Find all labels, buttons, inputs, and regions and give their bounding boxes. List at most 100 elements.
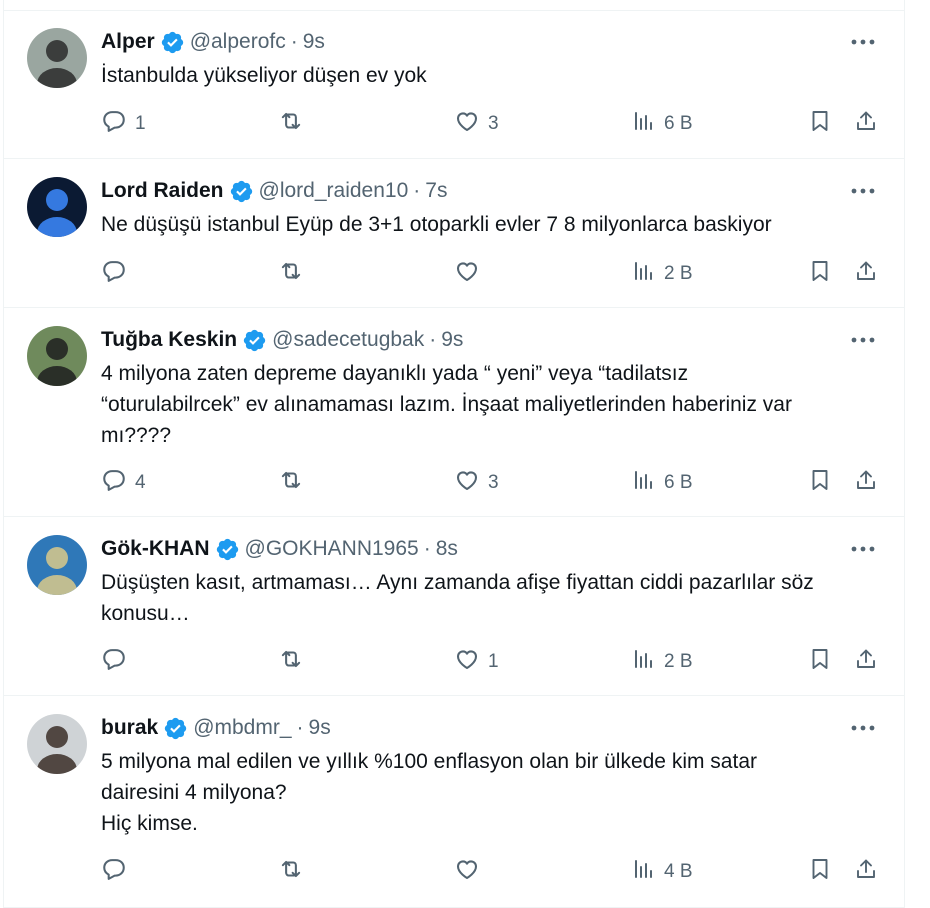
verified-badge-icon: [242, 328, 267, 353]
retweet-button[interactable]: [277, 259, 313, 289]
reply-icon: [101, 467, 127, 499]
tweet-text: Ne düşüşü istanbul Eyüp de 3+1 otoparkli…: [101, 209, 884, 240]
tweet-header: Lord Raiden @lord_raiden10 · 7s: [101, 176, 874, 206]
display-name[interactable]: burak: [101, 716, 158, 740]
tweet[interactable]: Alper @alperofc · 9s İstanbulda yükseliyor d…: [4, 10, 904, 159]
timestamp[interactable]: 7s: [425, 179, 447, 203]
retweet-button[interactable]: [277, 109, 313, 139]
retweet-icon: [277, 856, 305, 888]
user-handle[interactable]: @sadecetugbak: [272, 328, 424, 352]
avatar[interactable]: [27, 28, 87, 88]
tweet-text: Düşüşten kasıt, artmaması… Aynı zamanda …: [101, 567, 884, 629]
tweet-header: Alper @alperofc · 9s: [101, 27, 874, 57]
share-button[interactable]: [854, 857, 878, 887]
retweet-button[interactable]: [277, 857, 313, 887]
display-name[interactable]: Tuğba Keskin: [101, 328, 237, 352]
views-icon: [632, 259, 656, 289]
user-handle[interactable]: @mbdmr_: [193, 716, 291, 740]
share-button[interactable]: [854, 647, 878, 677]
views-icon: [632, 109, 656, 139]
share-icon: [854, 108, 878, 140]
display-name[interactable]: Gök-KHAN: [101, 537, 210, 561]
like-button[interactable]: [454, 857, 488, 887]
bookmark-button[interactable]: [808, 647, 832, 677]
more-icon[interactable]: [848, 328, 878, 352]
like-count: 1: [488, 651, 499, 672]
view-count: 6 B: [664, 113, 693, 134]
bookmark-button[interactable]: [808, 259, 832, 289]
retweet-button[interactable]: [277, 468, 313, 498]
bookmark-button[interactable]: [808, 468, 832, 498]
retweet-icon: [277, 258, 305, 290]
timestamp[interactable]: 9s: [303, 30, 325, 54]
separator-dot: ·: [423, 537, 431, 560]
reply-button[interactable]: 4: [101, 468, 146, 498]
timestamp[interactable]: 9s: [309, 716, 331, 740]
reply-button[interactable]: 1: [101, 109, 146, 139]
views-button[interactable]: 6 B: [632, 109, 693, 139]
reply-icon: [101, 258, 127, 290]
share-icon: [854, 467, 878, 499]
verified-badge-icon: [160, 30, 185, 55]
share-button[interactable]: [854, 109, 878, 139]
tweet[interactable]: Lord Raiden @lord_raiden10 · 7s Ne düşüşü is…: [4, 159, 904, 308]
tweet-header: Tuğba Keskin @sadecetugbak · 9s: [101, 325, 874, 355]
timestamp[interactable]: 9s: [441, 328, 463, 352]
timestamp[interactable]: 8s: [436, 537, 458, 561]
more-icon[interactable]: [848, 537, 878, 561]
tweet[interactable]: Tuğba Keskin @sadecetugbak · 9s 4 milyona za…: [4, 308, 904, 517]
tweet-text-line: mı????: [101, 424, 172, 447]
tweet[interactable]: burak @mbdmr_ · 9s 5 milyona mal edilen ve y…: [4, 696, 904, 908]
display-name[interactable]: Alper: [101, 30, 155, 54]
avatar[interactable]: [27, 177, 87, 237]
user-handle[interactable]: @alperofc: [190, 30, 286, 54]
tweet-actions: 1 2 B: [101, 647, 880, 677]
retweet-button[interactable]: [277, 647, 313, 677]
display-name[interactable]: Lord Raiden: [101, 179, 224, 203]
reply-button[interactable]: [101, 259, 135, 289]
more-icon[interactable]: [848, 30, 878, 54]
retweet-icon: [277, 646, 305, 678]
share-icon: [854, 258, 878, 290]
like-button[interactable]: [454, 259, 488, 289]
views-button[interactable]: 2 B: [632, 259, 693, 289]
reply-button[interactable]: [101, 647, 135, 677]
retweet-icon: [277, 467, 305, 499]
tweet-text: İstanbulda yükseliyor düşen ev yok: [101, 60, 884, 91]
like-icon: [454, 646, 480, 678]
avatar[interactable]: [27, 326, 87, 386]
avatar[interactable]: [27, 535, 87, 595]
share-button[interactable]: [854, 259, 878, 289]
avatar[interactable]: [27, 714, 87, 774]
reply-icon: [101, 856, 127, 888]
views-button[interactable]: 4 B: [632, 857, 693, 887]
views-button[interactable]: 2 B: [632, 647, 693, 677]
like-button[interactable]: 1: [454, 647, 499, 677]
reply-icon: [101, 646, 127, 678]
like-button[interactable]: 3: [454, 468, 499, 498]
bookmark-button[interactable]: [808, 109, 832, 139]
tweet-actions: 4 B: [101, 857, 880, 887]
tweet[interactable]: Gök-KHAN @GOKHANN1965 · 8s Düşüşten kasıt, a…: [4, 517, 904, 696]
tweet-text-line: konusu…: [101, 602, 190, 625]
verified-badge-icon: [229, 179, 254, 204]
views-icon: [632, 647, 656, 677]
reply-button[interactable]: [101, 857, 135, 887]
share-icon: [854, 646, 878, 678]
share-button[interactable]: [854, 468, 878, 498]
bookmark-icon: [808, 856, 832, 888]
like-count: 3: [488, 472, 499, 493]
user-handle[interactable]: @GOKHANN1965: [245, 537, 419, 561]
user-handle[interactable]: @lord_raiden10: [259, 179, 409, 203]
view-count: 2 B: [664, 651, 693, 672]
bookmark-icon: [808, 467, 832, 499]
bookmark-button[interactable]: [808, 857, 832, 887]
more-icon[interactable]: [848, 179, 878, 203]
reply-icon: [101, 108, 127, 140]
views-button[interactable]: 6 B: [632, 468, 693, 498]
more-icon[interactable]: [848, 716, 878, 740]
like-button[interactable]: 3: [454, 109, 499, 139]
like-icon: [454, 108, 480, 140]
retweet-icon: [277, 108, 305, 140]
reply-count: 1: [135, 113, 146, 134]
